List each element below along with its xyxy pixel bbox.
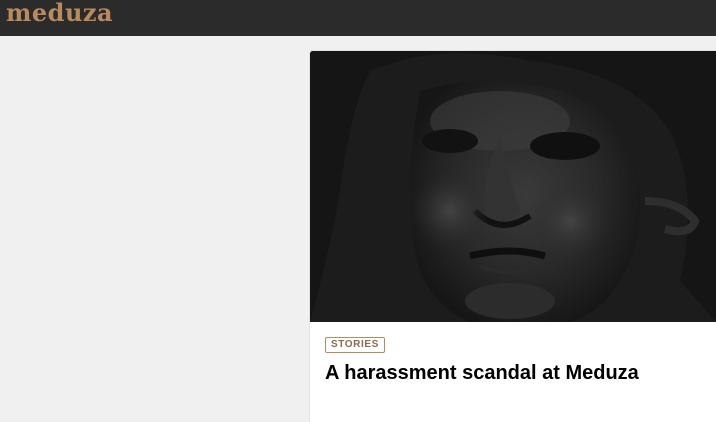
story-title[interactable]: A harassment scandal at Meduza <box>325 360 639 386</box>
story-card[interactable]: STORIES A harassment scandal at Meduza <box>310 51 716 422</box>
sculpture-face-image <box>310 51 716 322</box>
story-card-body: STORIES A harassment scandal at Meduza <box>310 322 716 422</box>
category-badge[interactable]: STORIES <box>325 337 385 353</box>
top-bar: meduza <box>0 0 716 36</box>
meduza-logo[interactable]: meduza <box>6 0 113 26</box>
story-image[interactable] <box>310 51 716 322</box>
main-content: STORIES A harassment scandal at Meduza <box>0 36 716 422</box>
